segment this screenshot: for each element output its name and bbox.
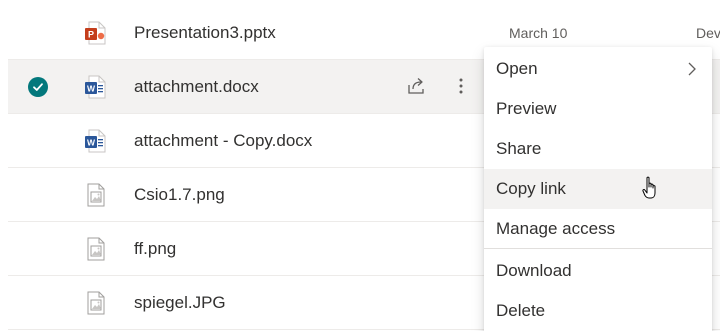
word-file-icon: W	[84, 129, 108, 153]
menu-item-open[interactable]: Open	[484, 49, 712, 89]
file-name[interactable]: Csio1.7.png	[134, 185, 225, 205]
powerpoint-file-icon: P	[84, 21, 108, 45]
svg-text:P: P	[88, 30, 94, 40]
file-name[interactable]: attachment - Copy.docx	[134, 131, 312, 151]
more-vertical-icon[interactable]	[449, 74, 473, 98]
svg-text:W: W	[87, 84, 96, 94]
checkmark-circle-icon[interactable]	[28, 77, 48, 97]
menu-item-label: Copy link	[496, 179, 566, 198]
menu-item-delete[interactable]: Delete	[484, 291, 712, 331]
hand-cursor-icon	[642, 176, 660, 202]
menu-item-download[interactable]: Download	[484, 251, 712, 291]
menu-item-share[interactable]: Share	[484, 129, 712, 169]
image-file-icon	[84, 183, 108, 207]
file-modified-by: Dev	[696, 24, 720, 41]
svg-text:W: W	[87, 138, 96, 148]
file-name[interactable]: Presentation3.pptx	[134, 23, 276, 43]
file-name[interactable]: spiegel.JPG	[134, 293, 226, 313]
share-icon[interactable]	[404, 74, 428, 98]
menu-item-preview[interactable]: Preview	[484, 89, 712, 129]
chevron-right-icon	[686, 61, 698, 77]
image-file-icon	[84, 291, 108, 315]
menu-item-label: Preview	[496, 99, 557, 118]
file-name[interactable]: attachment.docx	[134, 77, 259, 97]
image-file-icon	[84, 237, 108, 261]
menu-divider	[484, 248, 712, 249]
file-modified-date: March 10	[509, 24, 568, 41]
menu-item-label: Download	[496, 261, 572, 280]
menu-item-copy-link[interactable]: Copy link	[484, 169, 712, 209]
file-name[interactable]: ff.png	[134, 239, 176, 259]
word-file-icon: W	[84, 75, 108, 99]
menu-item-label: Open	[496, 59, 538, 78]
menu-item-label: Manage access	[496, 219, 616, 238]
menu-item-manage-access[interactable]: Manage access	[484, 209, 712, 249]
menu-item-label: Share	[496, 139, 542, 158]
context-menu: Open Preview Share Copy link Manage acce…	[484, 47, 712, 331]
menu-item-label: Delete	[496, 301, 546, 320]
